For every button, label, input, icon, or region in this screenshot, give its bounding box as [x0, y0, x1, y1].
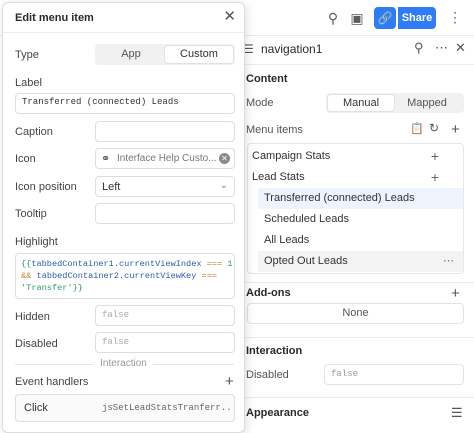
add-child-icon[interactable]: + [431, 146, 439, 167]
interaction-divider-text: Interaction [94, 358, 153, 369]
search-icon[interactable]: ⚲ [324, 9, 342, 27]
chevron-down-icon: ⌄ [219, 180, 228, 191]
list-item[interactable]: Transferred (connected) Leads [258, 188, 463, 209]
clipboard-icon[interactable]: 📋 [410, 122, 424, 135]
disabled-label: Disabled [246, 369, 289, 381]
label-input-value: Transferred (connected) Leads [22, 97, 179, 107]
code-token: === [206, 259, 223, 269]
type-option-app[interactable]: App [97, 46, 165, 63]
list-item[interactable]: Opted Out Leads ⋯ [258, 251, 463, 272]
type-toggle: App Custom [95, 44, 235, 65]
list-item-label: Transferred (connected) Leads [264, 192, 415, 204]
tooltip-label: Tooltip [15, 208, 47, 220]
caption-label: Caption [15, 126, 53, 138]
list-item[interactable]: Campaign Stats + [248, 146, 463, 167]
icon-position-select[interactable]: Left ⌄ [95, 176, 235, 197]
icon-picker-value: Interface Help Custo... [117, 153, 217, 164]
hidden-input[interactable]: false [95, 305, 235, 326]
code-token: tabbedContainer1.currentViewIndex [31, 259, 202, 269]
icon-position-label: Icon position [15, 181, 77, 193]
help-icon: ⚭ [101, 153, 111, 165]
icon-position-value: Left [102, 181, 121, 193]
hidden-label: Hidden [15, 311, 50, 323]
copy-link-button[interactable]: 🔗 [374, 7, 396, 29]
divider [240, 282, 474, 283]
list-item-label: Lead Stats [252, 171, 305, 183]
component-name[interactable]: navigation1 [261, 42, 322, 56]
share-button[interactable]: Share [398, 7, 436, 29]
list-item[interactable]: Scheduled Leads [258, 209, 463, 230]
divider [240, 337, 474, 338]
code-token: {{ [21, 259, 32, 269]
add-menu-item-icon[interactable]: + [451, 122, 460, 137]
addons-section-title[interactable]: Add-ons [246, 287, 291, 299]
code-token: tabbedContainer2.currentViewKey [36, 271, 197, 281]
list-item[interactable]: Lead Stats + [248, 167, 463, 188]
type-label: Type [15, 49, 39, 61]
code-token: && [21, 271, 32, 281]
disabled-input[interactable]: false [95, 332, 235, 353]
event-handler-row[interactable]: Click jsSetLeadStatsTranferr... [15, 394, 235, 422]
divider [240, 397, 474, 398]
event-handlers-label: Event handlers [15, 376, 89, 388]
menu-items-label: Menu items [246, 124, 303, 136]
code-token: === [201, 271, 218, 281]
appearance-section-title[interactable]: Appearance [246, 407, 309, 419]
list-item-label: All Leads [264, 234, 310, 246]
add-event-handler-icon[interactable]: + [225, 374, 234, 389]
mode-toggle: Manual Mapped [326, 93, 464, 113]
more-icon[interactable]: ⋯ [443, 251, 455, 272]
mode-option-manual[interactable]: Manual [328, 95, 394, 111]
label-input[interactable]: Transferred (connected) Leads [15, 93, 235, 114]
code-token: }} [72, 283, 83, 293]
disabled-input[interactable]: false [324, 364, 464, 385]
settings-sliders-icon[interactable]: ☰ [451, 405, 463, 421]
interaction-divider-label: Interaction [3, 358, 244, 369]
preview-icon[interactable]: ▣ [348, 9, 366, 27]
label-label: Label [15, 77, 42, 89]
refresh-icon[interactable]: ↻ [429, 121, 439, 135]
divider [240, 64, 474, 65]
more-icon[interactable]: ⋮ [448, 9, 462, 26]
content-section-title[interactable]: Content [246, 73, 288, 85]
clear-icon[interactable]: ✕ [219, 153, 230, 164]
add-addon-icon[interactable]: + [451, 286, 460, 301]
search-icon[interactable]: ⚲ [414, 40, 424, 56]
more-icon[interactable]: ⋯ [435, 40, 448, 56]
addons-empty: None [247, 303, 464, 324]
highlight-label: Highlight [15, 236, 58, 248]
list-item-label: Campaign Stats [252, 150, 331, 162]
close-icon[interactable]: ✕ [455, 40, 466, 56]
mode-option-mapped[interactable]: Mapped [394, 95, 460, 111]
list-item-label: Opted Out Leads [264, 255, 348, 267]
list-item-label: Scheduled Leads [264, 213, 350, 225]
mode-label: Mode [246, 97, 274, 109]
caption-input[interactable] [95, 121, 235, 142]
tooltip-input[interactable] [95, 203, 235, 224]
highlight-code-editor[interactable]: {{tabbedContainer1.currentViewIndex === … [15, 253, 235, 299]
close-icon[interactable]: ✕ [223, 9, 236, 25]
add-child-icon[interactable]: + [431, 167, 439, 188]
event-handler-action: jsSetLeadStatsTranferr... [102, 403, 230, 413]
event-handler-event: Click [24, 402, 48, 414]
edit-menu-item-modal: Edit menu item ✕ Type App Custom Label T… [2, 2, 245, 433]
type-option-custom[interactable]: Custom [165, 46, 233, 63]
list-item[interactable]: All Leads [258, 230, 463, 251]
icon-picker[interactable]: ⚭ Interface Help Custo... ✕ [95, 148, 235, 169]
disabled-label: Disabled [15, 338, 58, 350]
interaction-section-title[interactable]: Interaction [246, 345, 302, 357]
modal-header: Edit menu item ✕ [3, 3, 244, 33]
modal-title: Edit menu item [15, 12, 94, 24]
menu-items-list: Campaign Stats + Lead Stats + Transferre… [247, 143, 464, 274]
icon-label: Icon [15, 153, 36, 165]
code-token: 'Transfer' [21, 283, 73, 293]
disabled-input-placeholder: false [102, 337, 130, 347]
code-token: 1 [227, 259, 233, 269]
hidden-input-placeholder: false [102, 310, 130, 320]
